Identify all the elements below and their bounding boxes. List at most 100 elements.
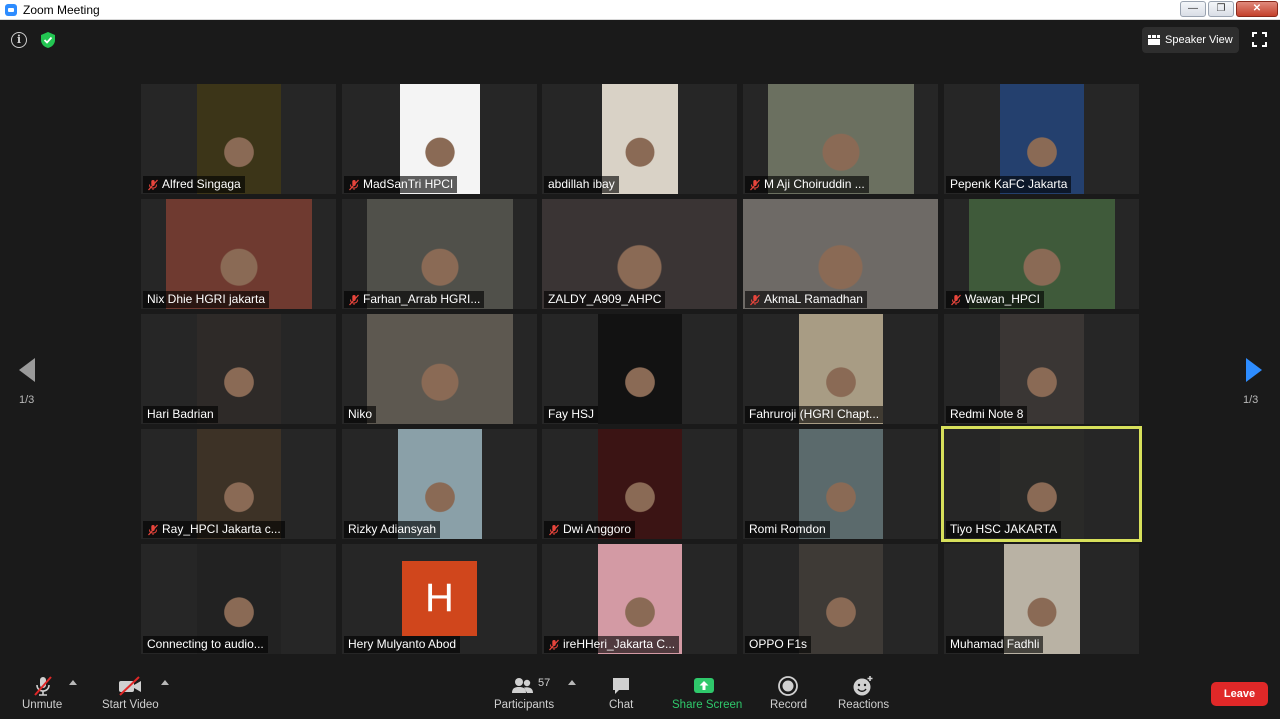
- participant-name-label: Tiyo HSC JAKARTA: [946, 521, 1062, 538]
- participant-tile[interactable]: OPPO F1s: [743, 544, 938, 654]
- participants-count: 57: [538, 677, 551, 689]
- participant-tile[interactable]: Dwi Anggoro: [542, 429, 737, 539]
- participant-video: [799, 544, 883, 654]
- participant-tile[interactable]: Pepenk KaFC Jakarta: [944, 84, 1139, 194]
- chat-button[interactable]: Chat: [606, 666, 636, 719]
- speaker-view-button[interactable]: Speaker View: [1142, 27, 1239, 53]
- video-options-chevron-icon[interactable]: [161, 680, 169, 685]
- participant-tile[interactable]: Tiyo HSC JAKARTA: [941, 426, 1142, 542]
- muted-mic-icon: [750, 294, 760, 305]
- participant-tile[interactable]: Redmi Note 8: [944, 314, 1139, 424]
- start-video-button[interactable]: Start Video: [100, 666, 160, 719]
- participant-tile[interactable]: Niko: [342, 314, 537, 424]
- participant-name: Niko: [348, 407, 373, 421]
- close-button[interactable]: ✕: [1236, 1, 1278, 17]
- participant-name: Farhan_Arrab HGRI...: [363, 292, 481, 306]
- participant-name: Muhamad Fadhli: [950, 637, 1040, 651]
- share-screen-button[interactable]: Share Screen: [670, 666, 742, 719]
- participant-name-label: OPPO F1s: [745, 636, 812, 653]
- participant-tile[interactable]: Romi Romdon: [743, 429, 938, 539]
- participant-name-label: Fay HSJ: [544, 406, 599, 423]
- participants-button[interactable]: Participants: [492, 666, 554, 719]
- window-title: Zoom Meeting: [23, 2, 100, 17]
- participant-tile[interactable]: Connecting to audio...: [141, 544, 336, 654]
- record-label: Record: [770, 699, 808, 711]
- meeting-topbar: i Speaker View: [0, 20, 1280, 60]
- participant-name-label: Redmi Note 8: [946, 406, 1028, 423]
- audio-options-chevron-icon[interactable]: [69, 680, 77, 685]
- muted-mic-icon: [549, 524, 559, 535]
- participant-name-label: Hery Mulyanto Abod: [344, 636, 461, 653]
- participant-tile[interactable]: H Hery Mulyanto Abod: [342, 544, 537, 654]
- participant-name: Fay HSJ: [548, 407, 595, 421]
- reactions-label: Reactions: [838, 699, 890, 711]
- meeting-toolbar: Unmute Start Video Participants 57 Chat: [0, 666, 1280, 719]
- video-off-icon: [119, 676, 141, 696]
- participant-tile[interactable]: Hari Badrian: [141, 314, 336, 424]
- previous-page-arrow-icon[interactable]: [17, 357, 37, 383]
- page-indicator-left: 1/3: [19, 394, 35, 406]
- participant-tile[interactable]: ZALDY_A909_AHPC: [542, 199, 737, 309]
- view-grid-icon: [1148, 35, 1160, 45]
- participant-name: Hery Mulyanto Abod: [348, 637, 457, 651]
- participant-tile[interactable]: MadSanTri HPCI: [342, 84, 537, 194]
- participant-name: M Aji Choiruddin ...: [764, 177, 865, 191]
- unmute-label: Unmute: [22, 699, 63, 711]
- participant-name-label: Muhamad Fadhli: [946, 636, 1044, 653]
- participant-tile[interactable]: ireHHeri_Jakarta C...: [542, 544, 737, 654]
- participants-options-chevron-icon[interactable]: [568, 680, 576, 685]
- encryption-shield-icon[interactable]: [40, 31, 56, 49]
- participant-name: Wawan_HPCI: [965, 292, 1040, 306]
- microphone-off-icon: [34, 676, 52, 696]
- participant-tile[interactable]: Ray_HPCI Jakarta c...: [141, 429, 336, 539]
- speaker-view-label: Speaker View: [1165, 34, 1233, 46]
- muted-mic-icon: [750, 179, 760, 190]
- participant-name-label: Dwi Anggoro: [544, 521, 636, 538]
- participant-tile[interactable]: Fay HSJ: [542, 314, 737, 424]
- record-button[interactable]: Record: [768, 666, 808, 719]
- next-page-arrow-icon[interactable]: [1244, 357, 1264, 383]
- participant-tile[interactable]: abdillah ibay: [542, 84, 737, 194]
- participant-name: OPPO F1s: [749, 637, 808, 651]
- participant-name-label: Romi Romdon: [745, 521, 830, 538]
- share-screen-label: Share Screen: [672, 699, 743, 711]
- participant-name: Hari Badrian: [147, 407, 214, 421]
- participant-tile[interactable]: Fahruroji (HGRI Chapt...: [743, 314, 938, 424]
- muted-mic-icon: [148, 179, 158, 190]
- participant-tile[interactable]: Wawan_HPCI: [944, 199, 1139, 309]
- participant-name: AkmaL Ramadhan: [764, 292, 863, 306]
- participant-name: Romi Romdon: [749, 522, 826, 536]
- leave-meeting-button[interactable]: Leave: [1211, 682, 1268, 706]
- participant-tile[interactable]: Alfred Singaga: [141, 84, 336, 194]
- participant-name: Rizky Adiansyah: [348, 522, 437, 536]
- reactions-button[interactable]: Reactions: [836, 666, 890, 719]
- minimize-button[interactable]: —: [1180, 1, 1206, 17]
- participant-name-label: Fahruroji (HGRI Chapt...: [745, 406, 884, 423]
- participant-name-label: Ray_HPCI Jakarta c...: [143, 521, 285, 538]
- participant-tile[interactable]: Nix Dhie HGRI jakarta: [141, 199, 336, 309]
- participant-name: Nix Dhie HGRI jakarta: [147, 292, 266, 306]
- participant-name-label: ireHHeri_Jakarta C...: [544, 636, 680, 653]
- participants-label: Participants: [494, 699, 555, 711]
- participant-tile[interactable]: AkmaL Ramadhan: [743, 199, 938, 309]
- participant-name-label: M Aji Choiruddin ...: [745, 176, 869, 193]
- zoom-app-icon: [5, 3, 17, 16]
- meeting-info-icon[interactable]: i: [11, 32, 27, 48]
- participant-name-label: Pepenk KaFC Jakarta: [946, 176, 1072, 193]
- participant-name: Fahruroji (HGRI Chapt...: [749, 407, 880, 421]
- participant-tile[interactable]: Muhamad Fadhli: [944, 544, 1139, 654]
- maximize-button[interactable]: ❐: [1208, 1, 1234, 17]
- participant-name: ZALDY_A909_AHPC: [548, 292, 662, 306]
- participant-tile[interactable]: Farhan_Arrab HGRI...: [342, 199, 537, 309]
- unmute-button[interactable]: Unmute: [20, 666, 66, 719]
- participant-name: Tiyo HSC JAKARTA: [950, 522, 1058, 536]
- muted-mic-icon: [549, 639, 559, 650]
- participants-icon: [512, 678, 533, 693]
- participant-tile[interactable]: M Aji Choiruddin ...: [743, 84, 938, 194]
- participant-name: Redmi Note 8: [950, 407, 1024, 421]
- participant-tile[interactable]: Rizky Adiansyah: [342, 429, 537, 539]
- fullscreen-icon[interactable]: [1252, 32, 1267, 47]
- participant-name: Alfred Singaga: [162, 177, 241, 191]
- window-titlebar: Zoom Meeting — ❐ ✕: [0, 0, 1280, 20]
- participant-avatar: H: [402, 561, 477, 636]
